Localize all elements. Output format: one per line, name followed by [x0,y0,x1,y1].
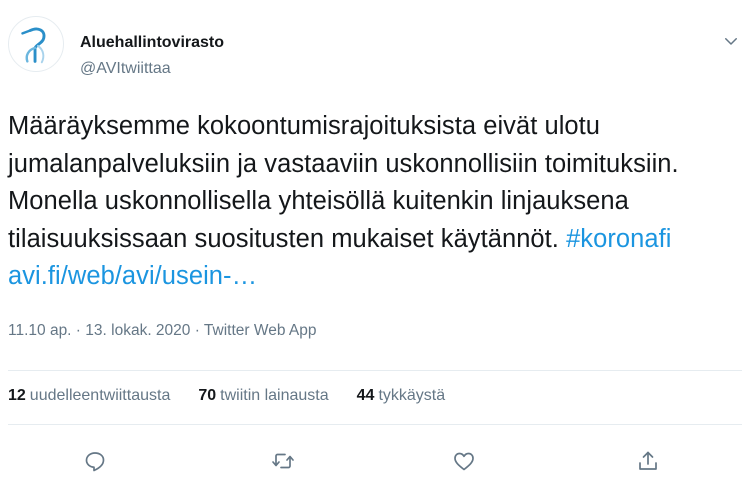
retweets-label: uudelleentwiittausta [29,387,171,404]
divider [8,370,742,371]
likes-count: 44 [356,387,375,404]
divider [8,424,742,425]
meta-separator: · [190,322,204,339]
quotes-stat[interactable]: 70 twiitin lainausta [198,387,328,405]
tweet-date[interactable]: 13. lokak. 2020 [85,322,190,339]
more-options-button[interactable] [720,30,742,52]
retweets-stat[interactable]: 12 uudelleentwiittausta [8,387,170,405]
url-link[interactable]: avi.fi/web/avi/usein-… [8,262,257,290]
reply-button[interactable] [80,446,110,476]
tweet-meta: 11.10 ap. · 13. lokak. 2020 · Twitter We… [8,322,317,340]
share-button[interactable] [633,446,663,476]
tweet-time[interactable]: 11.10 ap. [8,322,72,339]
avatar[interactable] [8,16,64,72]
quotes-count: 70 [198,387,217,404]
author-display-name[interactable]: Aluehallintovirasto [80,34,224,52]
like-button[interactable] [449,446,479,476]
tweet-actions [0,446,750,476]
tweet-stats: 12 uudelleentwiittausta 70 twiitin lainaus… [8,387,445,405]
retweet-button[interactable] [268,446,298,476]
hashtag-link[interactable]: #koronafi [566,225,671,253]
chevron-down-icon [725,38,737,45]
tweet-text: Määräyksemme kokoontumisrajoituksista ei… [8,108,744,296]
quotes-label: twiitin lainausta [220,387,329,404]
meta-separator: · [71,322,86,339]
retweets-count: 12 [8,387,26,404]
retweet-icon [272,453,294,469]
likes-stat[interactable]: 44 tykkäystä [357,387,445,405]
heron-logo-icon [9,17,63,71]
reply-icon [85,452,105,472]
share-icon [639,451,657,470]
likes-label: tykkäystä [378,387,446,404]
heart-icon [454,452,474,471]
tweet-source[interactable]: Twitter Web App [204,322,317,339]
author-handle[interactable]: @AVItwiittaa [80,60,171,78]
